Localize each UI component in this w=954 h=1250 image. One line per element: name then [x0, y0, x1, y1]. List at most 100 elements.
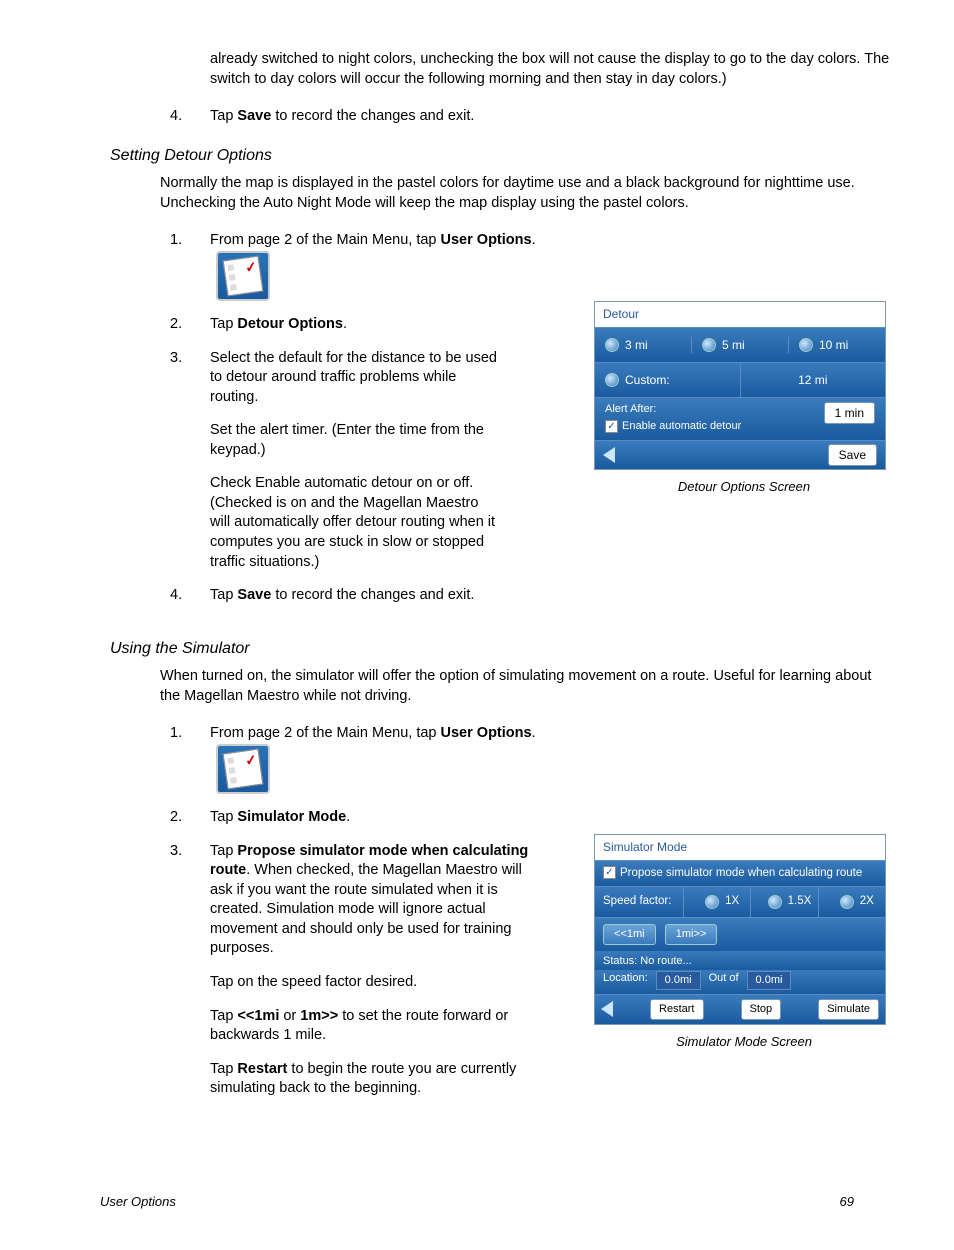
user-options-icon: [216, 744, 270, 794]
radio-icon: [605, 338, 619, 352]
step-4: 4. Tap Save to record the changes and ex…: [170, 586, 574, 606]
enable-label: Enable automatic detour: [622, 420, 741, 432]
radio-1-5x[interactable]: 1.5X: [750, 887, 817, 917]
step-number: 4.: [170, 107, 210, 127]
step-2: 2. Tap Detour Options.: [170, 315, 574, 335]
radio-icon: [705, 895, 719, 909]
text: .: [343, 316, 347, 332]
step-number: 1.: [170, 231, 210, 301]
location-value-1: 0.0mi: [656, 971, 701, 990]
simulate-button[interactable]: Simulate: [818, 999, 879, 1020]
radio-2x[interactable]: 2X: [818, 887, 885, 917]
step-number: 3.: [170, 349, 210, 573]
location-value-2: 0.0mi: [747, 971, 792, 990]
window-title: Detour: [595, 302, 885, 326]
stop-button[interactable]: Stop: [741, 999, 782, 1020]
label: 3 mi: [625, 337, 648, 353]
status-text: Status: No route...: [595, 951, 885, 970]
text: Tap: [210, 316, 237, 332]
radio-10mi[interactable]: 10 mi: [789, 337, 885, 353]
propose-label: Propose simulator mode when calculating …: [620, 867, 862, 879]
bold: Save: [237, 108, 271, 124]
text: Tap: [210, 1061, 237, 1077]
step-number: 2.: [170, 315, 210, 335]
text: to record the changes and exit.: [271, 587, 474, 603]
text: Select the default for the distance to b…: [210, 349, 500, 408]
text: .: [532, 725, 536, 741]
heading-setting-detour-options: Setting Detour Options: [110, 145, 894, 167]
text: Set the alert timer. (Enter the time fro…: [210, 421, 500, 460]
alert-time-button[interactable]: 1 min: [824, 402, 875, 424]
caption: Simulator Mode Screen: [594, 1033, 894, 1051]
alert-after-label: Alert After:: [605, 402, 741, 417]
label: 10 mi: [819, 337, 848, 353]
radio-5mi[interactable]: 5 mi: [692, 337, 789, 353]
checkbox-enable-detour[interactable]: ✓: [605, 420, 618, 433]
bold: Restart: [237, 1061, 287, 1077]
step-4: 4. Tap Save to record the changes and ex…: [170, 107, 894, 127]
text: already switched to night colors, unchec…: [210, 51, 889, 87]
radio-1x[interactable]: 1X: [683, 887, 750, 917]
text: . When checked, the Magellan Maestro wil…: [210, 862, 522, 956]
radio-icon: [840, 895, 854, 909]
label: Custom:: [625, 372, 670, 388]
radio-icon: [605, 373, 619, 387]
user-options-icon: [216, 251, 270, 301]
continued-paragraph: already switched to night colors, unchec…: [210, 50, 894, 89]
back-arrow-icon[interactable]: [603, 447, 615, 463]
detour-screenshot: Detour 3 mi 5 mi 10 mi Custom: 12 mi Ale…: [594, 301, 886, 470]
step-number: 1.: [170, 724, 210, 794]
radio-icon: [799, 338, 813, 352]
radio-icon: [702, 338, 716, 352]
radio-custom[interactable]: Custom:: [595, 372, 740, 388]
text: .: [346, 809, 350, 825]
text: Check Enable automatic detour on or off.…: [210, 474, 500, 572]
step-1: 1. From page 2 of the Main Menu, tap Use…: [170, 231, 574, 301]
text: From page 2 of the Main Menu, tap: [210, 232, 441, 248]
location-label: Location:: [603, 971, 648, 990]
out-of-label: Out of: [709, 971, 739, 990]
text: Tap: [210, 1008, 237, 1024]
bold: <<1mi: [237, 1008, 279, 1024]
save-button[interactable]: Save: [828, 444, 877, 466]
text: .: [532, 232, 536, 248]
checkbox-propose[interactable]: ✓: [603, 866, 616, 879]
bold: User Options: [441, 725, 532, 741]
label: 5 mi: [722, 337, 745, 353]
step-3: 3. Select the default for the distance t…: [170, 349, 574, 573]
text: Tap: [210, 809, 237, 825]
bold: 1m>>: [300, 1008, 338, 1024]
speed-factor-label: Speed factor:: [603, 894, 683, 910]
bold: User Options: [441, 232, 532, 248]
text: Tap: [210, 587, 237, 603]
step-3: 3. Tap Propose simulator mode when calcu…: [170, 842, 574, 1099]
text: Tap: [210, 108, 237, 124]
step-number: 4.: [170, 586, 210, 606]
bold: Save: [237, 587, 271, 603]
bold: Simulator Mode: [237, 809, 346, 825]
restart-button[interactable]: Restart: [650, 999, 703, 1020]
window-title: Simulator Mode: [595, 835, 885, 859]
custom-value[interactable]: 12 mi: [740, 363, 886, 397]
radio-3mi[interactable]: 3 mi: [595, 337, 692, 353]
footer-section: User Options: [100, 1193, 176, 1211]
back-arrow-icon[interactable]: [601, 1001, 613, 1017]
step-number: 3.: [170, 842, 210, 1099]
caption: Detour Options Screen: [594, 478, 894, 496]
bold: Detour Options: [237, 316, 343, 332]
intro-paragraph: When turned on, the simulator will offer…: [160, 667, 894, 706]
text: Tap on the speed factor desired.: [210, 973, 530, 993]
text: or: [279, 1008, 300, 1024]
label: 1X: [725, 894, 739, 910]
page-number: 69: [840, 1193, 854, 1211]
back-1mi-button[interactable]: <<1mi: [603, 924, 656, 945]
label: 1.5X: [788, 894, 812, 910]
intro-paragraph: Normally the map is displayed in the pas…: [160, 174, 894, 213]
text: Tap: [210, 843, 237, 859]
simulator-screenshot: Simulator Mode ✓ Propose simulator mode w…: [594, 834, 886, 1024]
step-1: 1. From page 2 of the Main Menu, tap Use…: [170, 724, 574, 794]
fwd-1mi-button[interactable]: 1mi>>: [665, 924, 718, 945]
label: 2X: [860, 894, 874, 910]
step-2: 2. Tap Simulator Mode.: [170, 808, 574, 828]
heading-using-simulator: Using the Simulator: [110, 638, 894, 660]
